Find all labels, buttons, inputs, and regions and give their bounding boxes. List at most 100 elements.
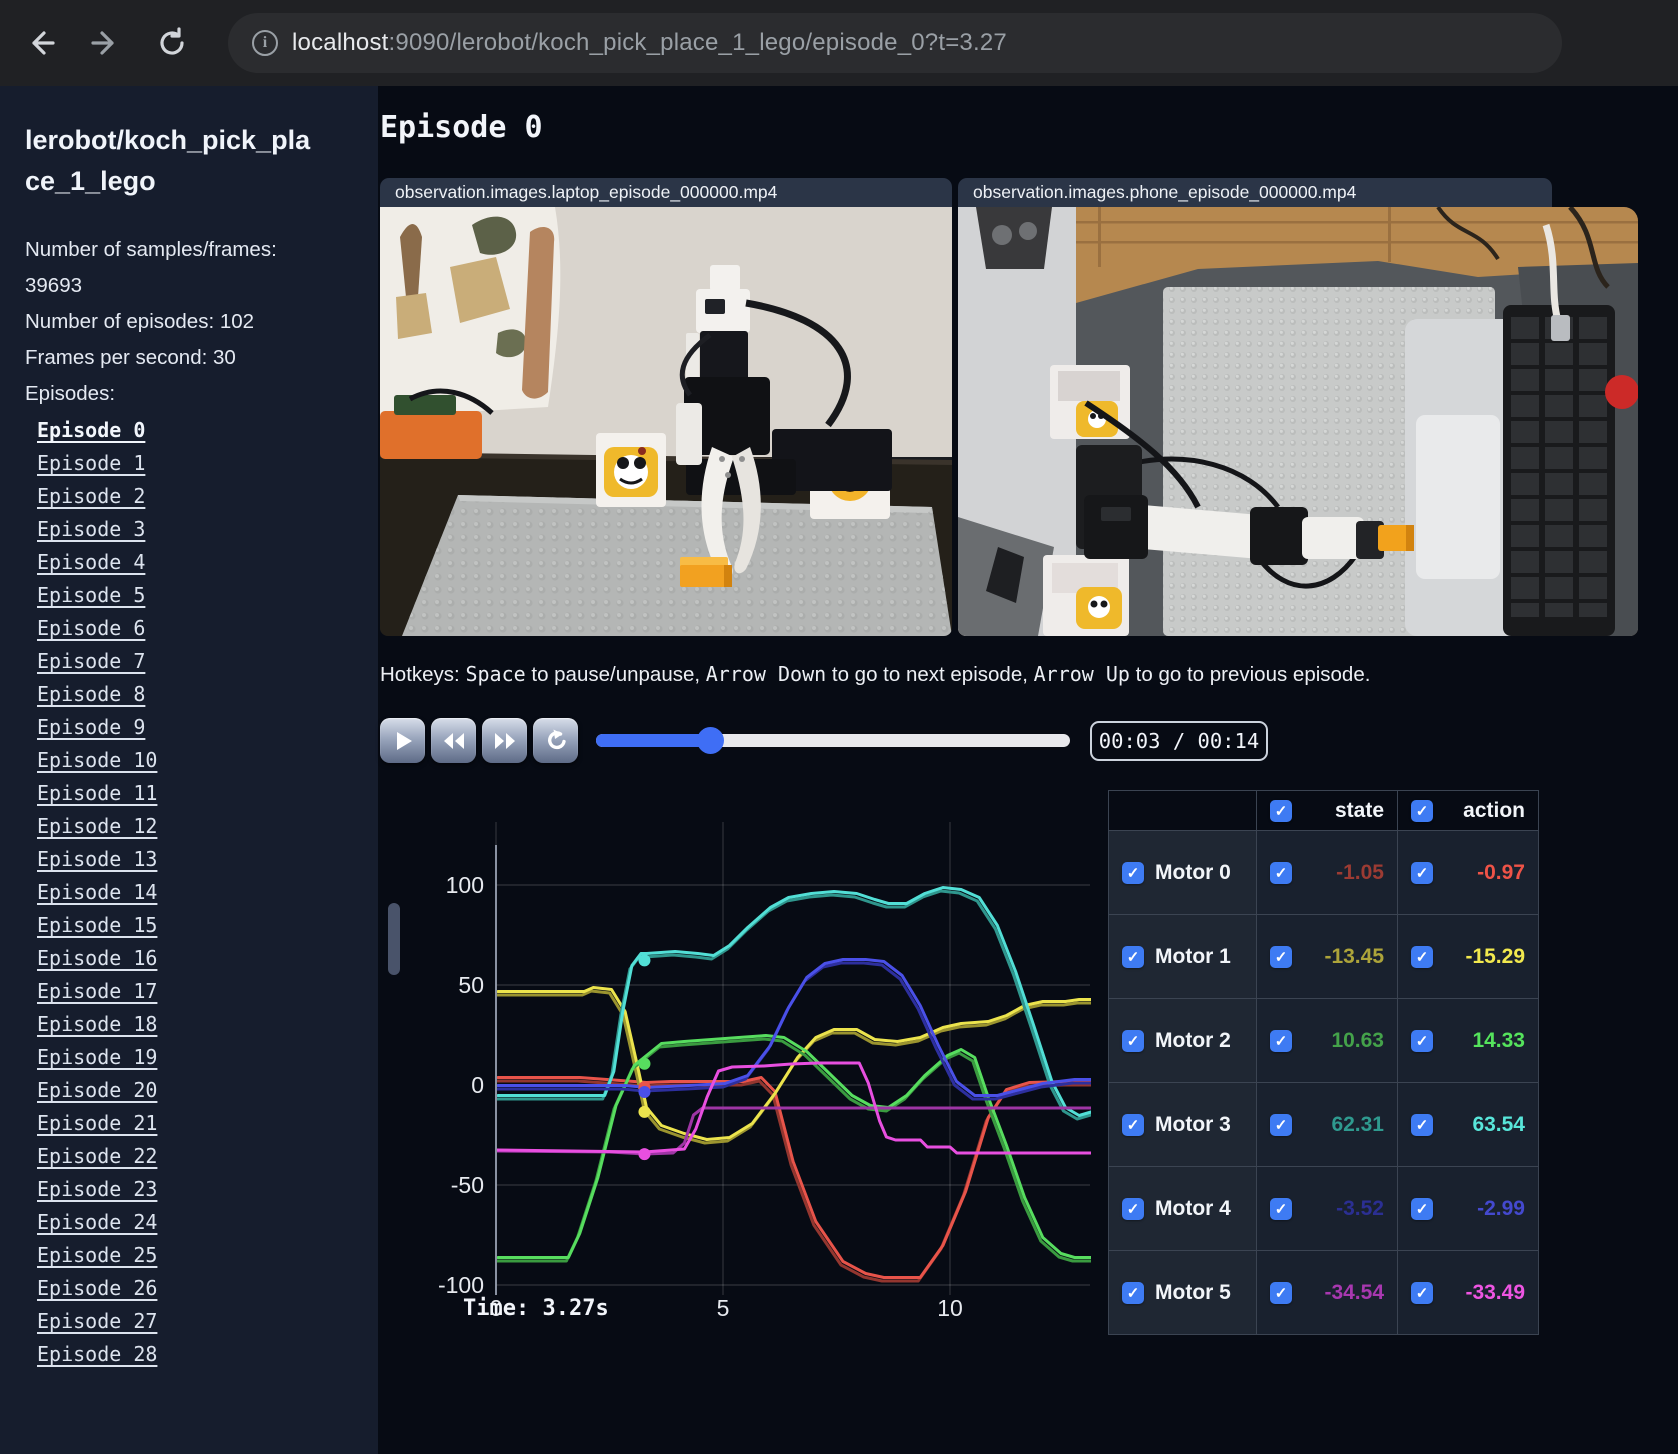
episode-link[interactable]: Episode 19 bbox=[37, 1041, 157, 1074]
scrollbar-thumb[interactable] bbox=[388, 903, 400, 975]
episode-link[interactable]: Episode 20 bbox=[37, 1074, 157, 1107]
episode-link[interactable]: Episode 26 bbox=[37, 1272, 157, 1305]
row-checkbox[interactable]: ✓ bbox=[1122, 1029, 1144, 1052]
slider-fill bbox=[596, 734, 710, 747]
row-checkbox[interactable]: ✓ bbox=[1411, 1029, 1433, 1052]
row-checkbox[interactable]: ✓ bbox=[1411, 1197, 1433, 1220]
episode-link[interactable]: Episode 28 bbox=[37, 1338, 157, 1371]
episode-link[interactable]: Episode 17 bbox=[37, 975, 157, 1008]
motor-chart: 100 50 0 -50 -100 0 5 10 bbox=[404, 800, 1096, 1348]
y-tick-label: -50 bbox=[451, 1172, 484, 1198]
episode-link[interactable]: Episode 16 bbox=[37, 942, 157, 975]
forward-icon[interactable] bbox=[84, 21, 128, 65]
state-value: 10.63 bbox=[1331, 1028, 1384, 1052]
episode-link[interactable]: Episode 13 bbox=[37, 843, 157, 876]
action-value: 63.54 bbox=[1472, 1112, 1525, 1136]
row-checkbox[interactable]: ✓ bbox=[1411, 861, 1433, 884]
episode-link[interactable]: Episode 21 bbox=[37, 1107, 157, 1140]
row-checkbox[interactable]: ✓ bbox=[1411, 1281, 1433, 1304]
row-checkbox[interactable]: ✓ bbox=[1122, 945, 1144, 968]
row-checkbox[interactable]: ✓ bbox=[1411, 1113, 1433, 1136]
episode-link-active[interactable]: Episode 0 bbox=[37, 414, 145, 447]
action-value-cell: ✓ -33.49 bbox=[1398, 1251, 1538, 1335]
episode-link[interactable]: Episode 12 bbox=[37, 810, 157, 843]
episode-link[interactable]: Episode 15 bbox=[37, 909, 157, 942]
hotkeys-segment: Arrow Down bbox=[705, 662, 827, 686]
video-frame-laptop bbox=[380, 207, 952, 636]
dataset-title: lerobot/koch_pick_place_1_lego bbox=[25, 125, 311, 196]
state-value: -34.54 bbox=[1324, 1280, 1384, 1304]
motor-name: Motor 4 bbox=[1155, 1196, 1231, 1220]
row-checkbox[interactable]: ✓ bbox=[1270, 1281, 1292, 1304]
action-value-cell: ✓ -2.99 bbox=[1398, 1167, 1538, 1251]
row-checkbox[interactable]: ✓ bbox=[1122, 861, 1144, 884]
motor-label-cell: ✓ Motor 4 bbox=[1109, 1167, 1257, 1251]
episode-link[interactable]: Episode 6 bbox=[37, 612, 145, 645]
playback-controls bbox=[380, 718, 578, 763]
episodes-label: Episodes: bbox=[25, 382, 116, 405]
motor-table-row: ✓ Motor 0 ✓ -1.05 ✓ -0.97 bbox=[1109, 831, 1538, 915]
row-checkbox[interactable]: ✓ bbox=[1122, 1281, 1144, 1304]
episode-link[interactable]: Episode 1 bbox=[37, 447, 145, 480]
episode-link[interactable]: Episode 8 bbox=[37, 678, 145, 711]
state-value-cell: ✓ -3.52 bbox=[1257, 1167, 1398, 1251]
state-value-cell: ✓ -13.45 bbox=[1257, 915, 1398, 999]
header-empty-cell bbox=[1109, 791, 1257, 831]
hotkeys-segment: Space bbox=[465, 662, 526, 686]
episode-link[interactable]: Episode 3 bbox=[37, 513, 145, 546]
episode-link[interactable]: Episode 4 bbox=[37, 546, 145, 579]
episode-link[interactable]: Episode 24 bbox=[37, 1206, 157, 1239]
episode-link[interactable]: Episode 5 bbox=[37, 579, 145, 612]
episode-link[interactable]: Episode 9 bbox=[37, 711, 145, 744]
row-checkbox[interactable]: ✓ bbox=[1270, 1113, 1292, 1136]
episode-link[interactable]: Episode 27 bbox=[37, 1305, 157, 1338]
episode-link[interactable]: Episode 10 bbox=[37, 744, 157, 777]
hotkeys-line: Hotkeys: Space to pause/unpause, Arrow D… bbox=[380, 662, 1370, 687]
state-value: -3.52 bbox=[1336, 1196, 1384, 1220]
rewind-button[interactable] bbox=[431, 718, 476, 763]
current-time-dot bbox=[638, 1057, 651, 1070]
episode-link[interactable]: Episode 25 bbox=[37, 1239, 157, 1272]
slider-thumb[interactable] bbox=[696, 727, 724, 754]
row-checkbox[interactable]: ✓ bbox=[1122, 1197, 1144, 1220]
back-icon[interactable] bbox=[18, 21, 62, 65]
row-checkbox[interactable]: ✓ bbox=[1270, 1029, 1292, 1052]
episode-link[interactable]: Episode 22 bbox=[37, 1140, 157, 1173]
motor-label-cell: ✓ Motor 3 bbox=[1109, 1083, 1257, 1167]
video-progress-slider[interactable] bbox=[596, 727, 1070, 754]
row-checkbox[interactable]: ✓ bbox=[1411, 945, 1433, 968]
url-path: :9090/lerobot/koch_pick_place_1_lego/epi… bbox=[388, 29, 1007, 56]
state-column-checkbox[interactable]: ✓ bbox=[1270, 799, 1292, 822]
y-tick-label: 50 bbox=[458, 972, 484, 998]
episode-link[interactable]: Episode 2 bbox=[37, 480, 145, 513]
state-value: -1.05 bbox=[1336, 860, 1384, 884]
x-tick-label: 10 bbox=[937, 1295, 963, 1321]
row-checkbox[interactable]: ✓ bbox=[1122, 1113, 1144, 1136]
chart-series-line bbox=[497, 989, 1091, 1145]
loop-button[interactable] bbox=[533, 718, 578, 763]
motor-table-body: ✓ Motor 0 ✓ -1.05 ✓ -0.97 ✓ Motor 1 ✓ -13.45 ✓ -15.… bbox=[1109, 831, 1538, 1335]
episode-link[interactable]: Episode 18 bbox=[37, 1008, 157, 1041]
action-value: -0.97 bbox=[1477, 860, 1525, 884]
site-info-icon[interactable]: i bbox=[252, 30, 278, 56]
hotkeys-segment: Arrow Up bbox=[1033, 662, 1130, 686]
action-column-checkbox[interactable]: ✓ bbox=[1411, 799, 1433, 822]
episode-link[interactable]: Episode 14 bbox=[37, 876, 157, 909]
motor-name: Motor 2 bbox=[1155, 1028, 1231, 1052]
laptop-camera-scene bbox=[380, 207, 952, 636]
url-bar[interactable]: i localhost:9090/lerobot/koch_pick_place… bbox=[228, 13, 1562, 73]
episode-link[interactable]: Episode 7 bbox=[37, 645, 145, 678]
play-button[interactable] bbox=[380, 718, 425, 763]
state-value-cell: ✓ 62.31 bbox=[1257, 1083, 1398, 1167]
row-checkbox[interactable]: ✓ bbox=[1270, 861, 1292, 884]
reload-icon[interactable] bbox=[150, 21, 194, 65]
phone-camera-scene bbox=[958, 207, 1638, 636]
episode-link[interactable]: Episode 23 bbox=[37, 1173, 157, 1206]
row-checkbox[interactable]: ✓ bbox=[1270, 945, 1292, 968]
motor-table-row: ✓ Motor 3 ✓ 62.31 ✓ 63.54 bbox=[1109, 1083, 1538, 1167]
fast-forward-button[interactable] bbox=[482, 718, 527, 763]
episode-link[interactable]: Episode 11 bbox=[37, 777, 157, 810]
action-value-cell: ✓ -15.29 bbox=[1398, 915, 1538, 999]
time-display: 00:03 / 00:14 bbox=[1090, 721, 1268, 761]
row-checkbox[interactable]: ✓ bbox=[1270, 1197, 1292, 1220]
